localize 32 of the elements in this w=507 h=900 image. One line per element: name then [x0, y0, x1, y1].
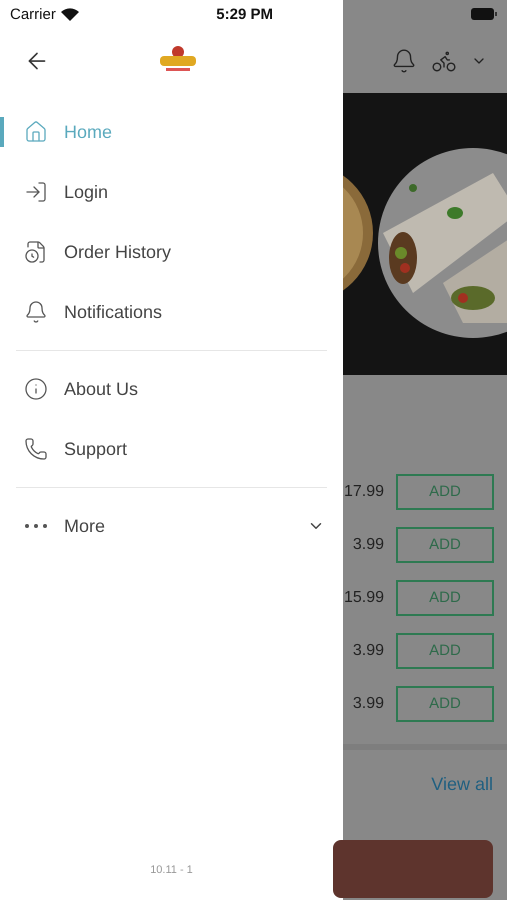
info-icon — [24, 377, 48, 401]
more-icon — [25, 524, 47, 528]
view-all-link[interactable]: View all — [431, 774, 493, 795]
price-label: 3.99 — [352, 694, 384, 712]
bell-icon — [24, 300, 48, 324]
price-label: 3.99 — [352, 536, 384, 554]
price-label: 17.99 — [344, 482, 384, 500]
add-button[interactable]: ADD — [396, 686, 494, 722]
menu-item[interactable]: Notifications — [16, 282, 327, 342]
menu-item[interactable]: Login — [16, 162, 327, 222]
checkout-button[interactable] — [333, 840, 493, 898]
bell-icon[interactable] — [391, 48, 417, 74]
add-button[interactable]: ADD — [396, 580, 494, 616]
menu-item[interactable]: Support — [16, 419, 327, 479]
menu-item[interactable]: More — [16, 496, 327, 556]
menu-item[interactable]: Home — [16, 102, 327, 162]
logo-icon — [158, 44, 198, 74]
version-label: 10.11 - 1 — [150, 864, 193, 876]
price-label: 3.99 — [352, 642, 384, 660]
add-button[interactable]: ADD — [396, 474, 494, 510]
add-button[interactable]: ADD — [396, 632, 494, 668]
wifi-icon — [60, 8, 79, 20]
status-time: 5:29 PM — [216, 6, 273, 22]
carrier-label: Carrier — [10, 6, 56, 22]
home-icon — [24, 120, 48, 144]
menu-item[interactable]: Order History — [16, 222, 327, 282]
phone-icon — [24, 437, 48, 461]
add-button[interactable]: ADD — [396, 526, 494, 562]
menu-item[interactable]: About Us — [16, 359, 327, 419]
price-label: 15.99 — [344, 588, 384, 606]
login-icon — [24, 180, 48, 204]
battery-icon — [471, 8, 497, 20]
